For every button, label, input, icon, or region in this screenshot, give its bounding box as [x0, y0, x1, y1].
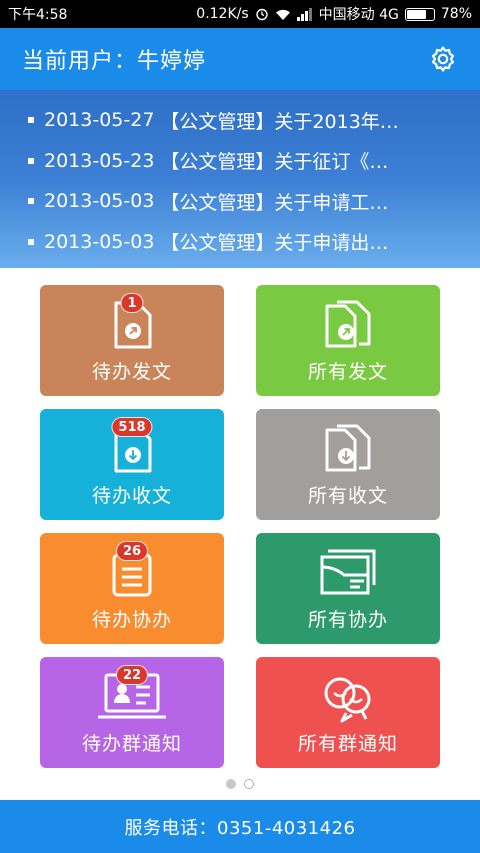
news-item[interactable]: 2013-05-03 【公文管理】关于申请工… [28, 181, 448, 222]
all-receive-doc-icon [321, 421, 375, 477]
network-speed: 0.12K/s [196, 6, 249, 22]
tile-pending-receive-doc[interactable]: 518 待办收文 [40, 409, 224, 520]
alarm-icon [255, 7, 269, 21]
all-assist-icon [316, 545, 380, 601]
news-item[interactable]: 2013-05-27 【公文管理】关于2013年… [28, 100, 448, 141]
tile-label: 待办收文 [91, 485, 172, 507]
tile-all-group-notice[interactable]: 所有群通知 [256, 657, 440, 768]
page-dot[interactable] [244, 779, 254, 789]
unread-count-badge: 26 [115, 541, 149, 561]
news-item[interactable]: 2013-05-23 【公文管理】关于征订《… [28, 141, 448, 182]
news-date: 2013-05-03 [44, 230, 155, 253]
tile-label: 所有收文 [307, 485, 388, 507]
news-date: 2013-05-23 [44, 149, 155, 172]
page-indicator [0, 779, 480, 789]
tile-pending-group-notice[interactable]: 22 待办群通知 [40, 657, 224, 768]
news-title: 【公文管理】关于征订《… [160, 151, 389, 174]
tile-all-send-doc[interactable]: 所有发文 [256, 285, 440, 396]
wifi-icon [275, 8, 291, 21]
service-phone-text: 服务电话：0351-4031426 [124, 817, 356, 839]
news-list: 2013-05-27 【公文管理】关于2013年… 2013-05-23 【公文管理】… [0, 90, 480, 268]
unread-count-badge: 1 [120, 293, 144, 313]
news-title: 【公文管理】关于申请工… [160, 191, 389, 214]
carrier-label: 中国移动 4G [318, 7, 399, 23]
tile-all-assist[interactable]: 所有协办 [256, 533, 440, 644]
app-header: 当前用户：牛婷婷 [0, 28, 480, 90]
bullet-icon [28, 238, 34, 245]
bullet-icon [28, 157, 34, 164]
all-group-notice-icon [318, 669, 378, 725]
news-date: 2013-05-03 [44, 190, 155, 213]
news-title: 【公文管理】关于申请出… [160, 232, 389, 255]
bullet-icon [28, 198, 34, 205]
battery-percent: 78% [440, 6, 472, 22]
tile-label: 所有发文 [307, 361, 388, 383]
signal-icon [296, 7, 313, 21]
gear-icon[interactable] [428, 44, 458, 74]
all-send-doc-icon [321, 297, 375, 353]
news-item[interactable]: 2013-05-03 【公文管理】关于申请出… [28, 222, 448, 263]
tile-label: 待办群通知 [81, 733, 182, 755]
status-time: 下午4:58 [8, 7, 68, 23]
tile-label: 待办协办 [91, 609, 172, 631]
page-dot[interactable] [226, 779, 236, 789]
tile-all-receive-doc[interactable]: 所有收文 [256, 409, 440, 520]
current-user-title: 当前用户：牛婷婷 [22, 49, 207, 74]
tile-label: 所有群通知 [297, 733, 398, 755]
status-bar: 下午4:58 0.12K/s 中国移动 4G 78% [0, 0, 480, 28]
tile-pending-send-doc[interactable]: 1 待办发文 [40, 285, 224, 396]
unread-count-badge: 22 [115, 665, 149, 685]
news-title: 【公文管理】关于2013年… [160, 110, 399, 133]
service-phone-footer[interactable]: 服务电话：0351-4031426 [0, 800, 480, 853]
battery-fill [406, 9, 427, 19]
news-date: 2013-05-27 [44, 109, 155, 132]
pending-group-notice-icon: 22 [94, 665, 170, 725]
bullet-icon [28, 117, 34, 124]
battery-icon [404, 7, 435, 21]
pending-assist-icon: 26 [108, 541, 156, 601]
unread-count-badge: 518 [111, 417, 153, 437]
tile-label: 所有协办 [307, 609, 388, 631]
tile-pending-assist[interactable]: 26 待办协办 [40, 533, 224, 644]
pending-send-doc-icon: 1 [108, 293, 156, 353]
tile-label: 待办发文 [91, 361, 172, 383]
pending-receive-doc-icon: 518 [108, 417, 156, 477]
